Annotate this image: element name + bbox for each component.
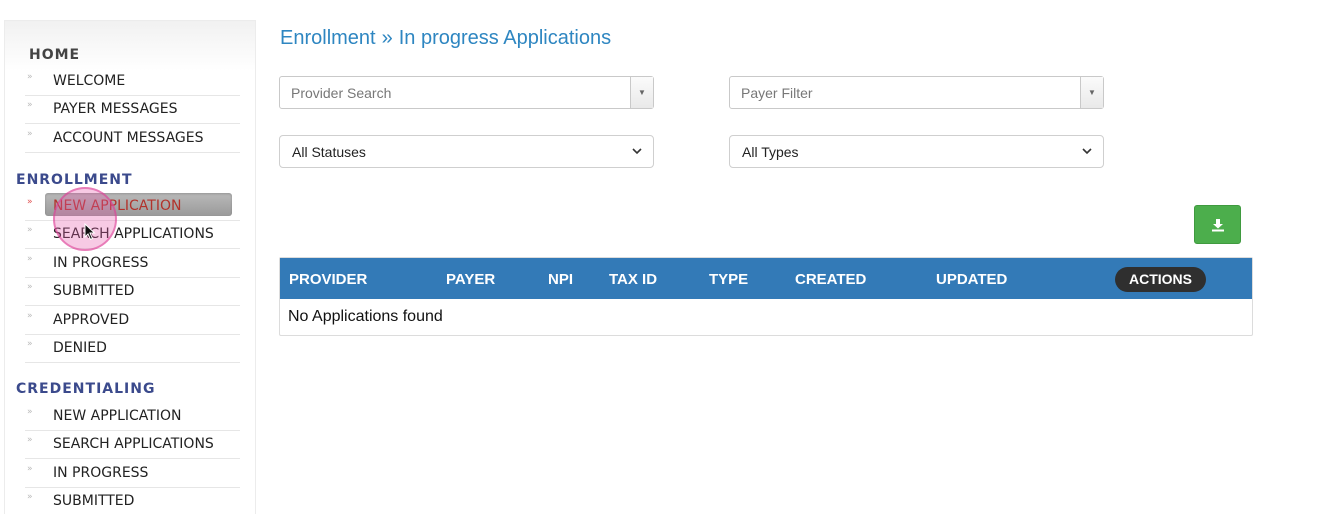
bullet-icon: »: [27, 100, 32, 110]
applications-table: PROVIDER PAYER NPI TAX ID TYPE CREATED U…: [279, 257, 1253, 336]
bullet-icon: »: [27, 339, 32, 349]
sidebar-item-label: PAYER MESSAGES: [53, 101, 178, 117]
sidebar-item-label: DENIED: [53, 340, 107, 356]
sidebar-item-label: WELCOME: [53, 73, 126, 89]
sidebar-item-credentialing-new-application[interactable]: » NEW APPLICATION: [25, 403, 240, 431]
bullet-icon: »: [27, 197, 32, 207]
dropdown-arrow-icon[interactable]: ▼: [630, 77, 653, 108]
payer-filter-select[interactable]: Payer Filter ▼: [729, 76, 1104, 109]
sidebar-item-label: ACCOUNT MESSAGES: [53, 130, 204, 146]
sidebar-item-enrollment-denied[interactable]: » DENIED: [25, 335, 240, 363]
type-selected-value: All Types: [742, 144, 799, 160]
table-header: PROVIDER PAYER NPI TAX ID TYPE CREATED U…: [280, 258, 1252, 299]
breadcrumb-parent[interactable]: Enrollment: [280, 27, 376, 49]
payer-filter-placeholder: Payer Filter: [741, 85, 813, 101]
sidebar-item-credentialing-search-applications[interactable]: » SEARCH APPLICATIONS: [25, 431, 240, 459]
section-heading-credentialing: CREDENTIALING: [16, 381, 156, 397]
bullet-icon: »: [27, 254, 32, 264]
sidebar-item-enrollment-approved[interactable]: » APPROVED: [25, 307, 240, 335]
download-icon: [1212, 219, 1224, 232]
provider-search-select[interactable]: Provider Search ▼: [279, 76, 654, 109]
section-heading-home: HOME: [29, 47, 81, 63]
column-header-payer[interactable]: PAYER: [446, 271, 495, 288]
click-indicator: [53, 187, 117, 251]
bullet-icon: »: [27, 435, 32, 445]
sidebar-item-credentialing-submitted[interactable]: » SUBMITTED: [25, 488, 240, 514]
type-select[interactable]: All Types: [729, 135, 1104, 168]
sidebar-item-label: NEW APPLICATION: [53, 408, 182, 424]
bullet-icon: »: [27, 129, 32, 139]
sidebar-item-payer-messages[interactable]: » PAYER MESSAGES: [25, 96, 240, 124]
dropdown-arrow-icon[interactable]: ▼: [1080, 77, 1103, 108]
sidebar-item-label: SUBMITTED: [53, 283, 135, 299]
column-header-npi[interactable]: NPI: [548, 271, 573, 288]
column-header-actions: ACTIONS: [1115, 267, 1206, 292]
chevron-down-icon: [1082, 148, 1092, 155]
status-selected-value: All Statuses: [292, 144, 366, 160]
bullet-icon: »: [27, 72, 32, 82]
breadcrumb: Enrollment» In progress Applications: [280, 27, 611, 50]
bullet-icon: »: [27, 311, 32, 321]
sidebar-item-label: IN PROGRESS: [53, 465, 149, 481]
download-button[interactable]: [1194, 205, 1241, 244]
bullet-icon: »: [27, 492, 32, 502]
sidebar-item-welcome[interactable]: » WELCOME: [25, 68, 240, 96]
sidebar-item-account-messages[interactable]: » ACCOUNT MESSAGES: [25, 125, 240, 153]
status-select[interactable]: All Statuses: [279, 135, 654, 168]
sidebar-item-enrollment-in-progress[interactable]: » IN PROGRESS: [25, 250, 240, 278]
sidebar-item-credentialing-in-progress[interactable]: » IN PROGRESS: [25, 460, 240, 488]
column-header-created[interactable]: CREATED: [795, 271, 866, 288]
section-heading-enrollment: ENROLLMENT: [16, 172, 133, 188]
column-header-provider[interactable]: PROVIDER: [289, 271, 367, 288]
sidebar-item-enrollment-submitted[interactable]: » SUBMITTED: [25, 278, 240, 306]
breadcrumb-separator: »: [381, 27, 393, 49]
mouse-cursor-icon: [84, 223, 96, 241]
sidebar-item-label: IN PROGRESS: [53, 255, 149, 271]
sidebar-item-label: SEARCH APPLICATIONS: [53, 436, 214, 452]
sidebar-item-label: SUBMITTED: [53, 493, 135, 509]
bullet-icon: »: [27, 282, 32, 292]
sidebar: HOME » WELCOME » PAYER MESSAGES » ACCOUN…: [4, 20, 256, 514]
column-header-tax-id[interactable]: TAX ID: [609, 271, 657, 288]
empty-table-message: No Applications found: [288, 308, 443, 325]
chevron-down-icon: [632, 148, 642, 155]
bullet-icon: »: [27, 225, 32, 235]
sidebar-item-label: APPROVED: [53, 312, 130, 328]
column-header-type[interactable]: TYPE: [709, 271, 748, 288]
bullet-icon: »: [27, 407, 32, 417]
breadcrumb-current: In progress Applications: [398, 27, 612, 49]
bullet-icon: »: [27, 464, 32, 474]
provider-search-placeholder: Provider Search: [291, 85, 392, 101]
column-header-updated[interactable]: UPDATED: [936, 271, 1007, 288]
sidebar-shade: [5, 21, 255, 71]
